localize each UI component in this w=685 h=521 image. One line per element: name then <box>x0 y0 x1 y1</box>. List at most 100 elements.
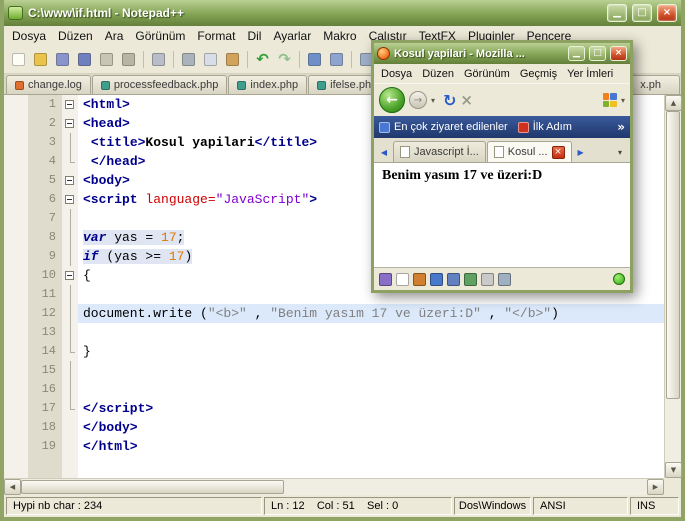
scroll-up-button[interactable]: ▲ <box>665 95 682 111</box>
redo-icon[interactable]: ↷ <box>274 49 295 70</box>
quick-access-grid-icon[interactable] <box>602 93 617 107</box>
close-all-icon[interactable] <box>118 49 139 70</box>
toolbar-separator <box>247 51 248 68</box>
fold-margin-cell[interactable] <box>62 171 78 190</box>
web-developer-icon[interactable] <box>379 272 392 286</box>
cut-icon[interactable] <box>178 49 199 70</box>
code-line-13: 13 <box>4 323 664 342</box>
file-tab-processfeedback-php[interactable]: processfeedback.php <box>91 75 228 94</box>
replace-icon[interactable] <box>326 49 347 70</box>
file-status-icon <box>15 80 24 90</box>
save-icon[interactable] <box>52 49 73 70</box>
save-all-icon[interactable] <box>74 49 95 70</box>
menu-item-geçmiş[interactable]: Geçmiş <box>515 66 562 82</box>
fold-margin-cell[interactable] <box>62 95 78 114</box>
print-icon[interactable] <box>148 49 169 70</box>
bookmark-item-2[interactable]: İlk Adım <box>517 121 572 133</box>
fold-margin-cell[interactable] <box>62 114 78 133</box>
bookmarks-overflow-icon[interactable]: » <box>617 120 625 134</box>
code-text[interactable]: </script> <box>78 399 664 418</box>
menu-item-dosya[interactable]: Dosya <box>376 66 417 82</box>
firefox-maximize-button[interactable]: □ <box>589 46 606 61</box>
bookmark-margin-cell <box>4 190 28 209</box>
bookmark-margin-cell <box>4 133 28 152</box>
code-text[interactable]: document.write ("<b>" , "Benim yasım 17 … <box>78 304 664 323</box>
images-icon[interactable] <box>464 272 477 286</box>
tab-list-dropdown-icon[interactable]: ▾ <box>613 142 627 162</box>
menu-item-makro[interactable]: Makro <box>317 27 362 45</box>
minimize-button[interactable]: ▁ <box>607 4 627 22</box>
close-button[interactable]: × <box>657 4 677 22</box>
browser-tab-2[interactable]: Kosul ... × <box>486 141 572 162</box>
maximize-button[interactable]: □ <box>632 4 652 22</box>
back-button[interactable]: ← <box>379 87 405 113</box>
page-icon <box>400 146 410 158</box>
fold-collapse-icon[interactable] <box>65 119 74 128</box>
refresh-button[interactable]: ↻ <box>443 91 456 110</box>
code-text[interactable] <box>78 361 664 380</box>
new-file-icon[interactable] <box>8 49 29 70</box>
firefox-titlebar[interactable]: Kosul yapilari - Mozilla ... ▁ □ × <box>374 43 630 64</box>
undo-icon[interactable]: ↶ <box>252 49 273 70</box>
menu-item-düzen[interactable]: Düzen <box>417 66 459 82</box>
script-icon[interactable] <box>481 272 494 286</box>
horizontal-scroll-thumb[interactable] <box>21 480 284 494</box>
stop-button[interactable]: × <box>460 91 473 109</box>
fold-collapse-icon[interactable] <box>65 176 74 185</box>
code-text[interactable] <box>78 380 664 399</box>
vertical-scrollbar[interactable]: ▲ ▼ <box>664 95 682 478</box>
tab-scroll-left-button[interactable]: ◀ <box>377 142 391 162</box>
horizontal-scrollbar[interactable]: ◀ ▶ <box>4 478 664 495</box>
menu-item-ara[interactable]: Ara <box>99 27 130 45</box>
file-tab-change-log[interactable]: change.log <box>6 75 91 94</box>
paste-icon[interactable] <box>222 49 243 70</box>
code-text[interactable]: } <box>78 342 664 361</box>
menu-item-dosya[interactable]: Dosya <box>6 27 52 45</box>
menu-item-görünüm[interactable]: Görünüm <box>129 27 191 45</box>
save-disk-icon[interactable] <box>447 272 460 286</box>
forward-button[interactable]: → <box>409 91 427 109</box>
menu-item-ayarlar[interactable]: Ayarlar <box>267 27 317 45</box>
scroll-left-button[interactable]: ◀ <box>4 479 21 495</box>
blank-page-icon[interactable] <box>396 272 409 286</box>
bookmark-margin-cell <box>4 171 28 190</box>
notepad-title: C:\www\if.html - Notepad++ <box>28 6 185 20</box>
find-icon[interactable] <box>304 49 325 70</box>
scroll-down-button[interactable]: ▼ <box>665 462 682 478</box>
code-text[interactable] <box>78 323 664 342</box>
firefox-close-button[interactable]: × <box>610 46 627 61</box>
tab-close-icon[interactable]: × <box>551 145 565 159</box>
toolbar-dropdown-icon[interactable]: ▾ <box>621 96 625 105</box>
menu-item-yer-i-mleri[interactable]: Yer İmleri <box>562 66 618 82</box>
menu-item-format[interactable]: Format <box>191 27 241 45</box>
code-text[interactable]: </body> <box>78 418 664 437</box>
globe-icon[interactable] <box>430 272 443 286</box>
history-dropdown-icon[interactable]: ▾ <box>431 96 435 105</box>
notepad-titlebar[interactable]: C:\www\if.html - Notepad++ ▁ □ × <box>4 0 681 26</box>
copy-icon[interactable] <box>200 49 221 70</box>
code-text[interactable]: </html> <box>78 437 664 456</box>
fold-margin-cell[interactable] <box>62 190 78 209</box>
bookmark-item-1[interactable]: En çok ziyaret edilenler <box>379 121 508 133</box>
bookmark-margin-cell <box>4 380 28 399</box>
edit-pencil-icon[interactable] <box>413 272 426 286</box>
firefox-minimize-button[interactable]: ▁ <box>568 46 585 61</box>
close-file-icon[interactable] <box>96 49 117 70</box>
menu-item-görünüm[interactable]: Görünüm <box>459 66 515 82</box>
fold-margin-cell <box>62 285 78 304</box>
horizontal-scroll-track[interactable] <box>21 479 647 495</box>
network-icon[interactable] <box>498 272 511 286</box>
vertical-scroll-thumb[interactable] <box>666 111 680 399</box>
browser-tab-1[interactable]: Javascript İ... <box>393 141 486 162</box>
open-folder-icon[interactable] <box>30 49 51 70</box>
fold-collapse-icon[interactable] <box>65 100 74 109</box>
file-tab-index-php[interactable]: index.php <box>228 75 308 94</box>
vertical-scroll-track[interactable] <box>665 111 681 462</box>
fold-margin-cell[interactable] <box>62 266 78 285</box>
tab-scroll-right-button[interactable]: ▶ <box>574 142 588 162</box>
menu-item-düzen[interactable]: Düzen <box>52 27 99 45</box>
fold-collapse-icon[interactable] <box>65 195 74 204</box>
scroll-right-button[interactable]: ▶ <box>647 479 664 495</box>
menu-item-dil[interactable]: Dil <box>241 27 267 45</box>
fold-collapse-icon[interactable] <box>65 271 74 280</box>
